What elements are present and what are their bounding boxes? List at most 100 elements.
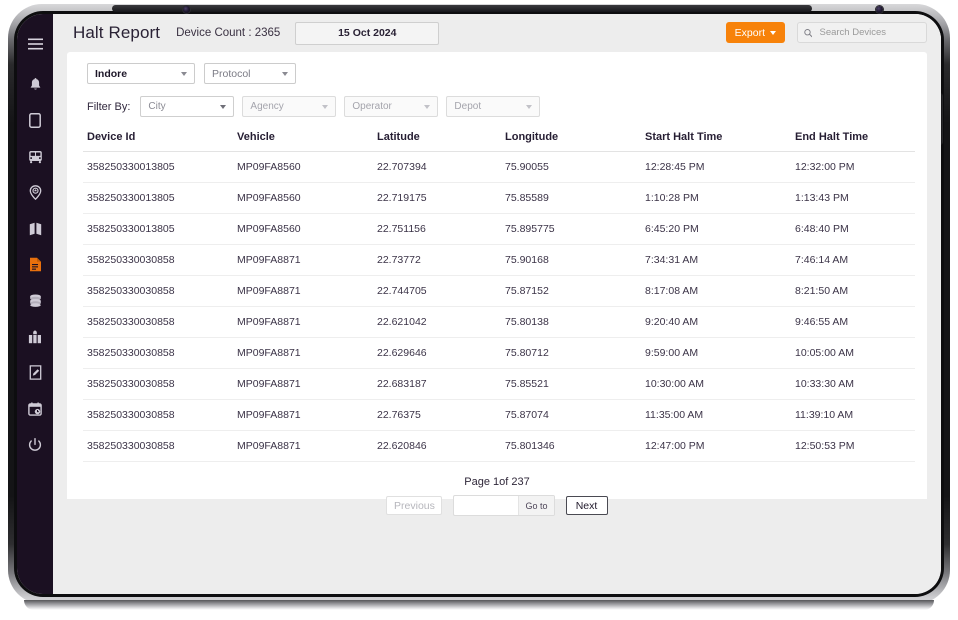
- goto-page-input[interactable]: [454, 497, 518, 514]
- bar-chart-icon[interactable]: [19, 323, 51, 350]
- calendar-clock-icon[interactable]: [19, 395, 51, 422]
- cell-longitude: 75.80138: [505, 307, 645, 338]
- search-input[interactable]: [817, 26, 920, 39]
- export-button-label: Export: [735, 27, 765, 39]
- cell-end-halt-time: 12:50:53 PM: [795, 431, 915, 462]
- filter-operator[interactable]: Operator: [344, 96, 438, 117]
- map-pin-icon[interactable]: [19, 179, 51, 206]
- table-row[interactable]: 358250330013805MP09FA856022.71917575.855…: [83, 183, 915, 214]
- table-header-row: Device Id Vehicle Latitude Longitude Sta…: [83, 131, 915, 152]
- map-icon[interactable]: [19, 215, 51, 242]
- date-picker[interactable]: 15 Oct 2024: [295, 22, 439, 45]
- left-sidebar: [17, 14, 53, 594]
- cell-latitude: 22.707394: [377, 152, 505, 183]
- device-tablet-icon[interactable]: [19, 107, 51, 134]
- table-row[interactable]: 358250330030858MP09FA887122.68318775.855…: [83, 369, 915, 400]
- cell-start-halt-time: 1:10:28 PM: [645, 183, 795, 214]
- table-row[interactable]: 358250330030858MP09FA887122.62104275.801…: [83, 307, 915, 338]
- protocol-selector-label: Protocol: [212, 68, 251, 80]
- filter-agency-label: Agency: [250, 101, 283, 112]
- chevron-down-icon: [282, 72, 288, 76]
- table-row[interactable]: 358250330013805MP09FA856022.70739475.900…: [83, 152, 915, 183]
- edit-document-icon[interactable]: [19, 359, 51, 386]
- table-container: Device Id Vehicle Latitude Longitude Sta…: [67, 117, 927, 462]
- cell-longitude: 75.87074: [505, 400, 645, 431]
- app-screen: Halt Report Device Count : 2365 15 Oct 2…: [17, 14, 941, 594]
- cell-vehicle: MP09FA8871: [237, 431, 377, 462]
- table-row[interactable]: 358250330013805MP09FA856022.75115675.895…: [83, 214, 915, 245]
- column-header-vehicle[interactable]: Vehicle: [237, 131, 377, 152]
- export-button[interactable]: Export: [726, 22, 785, 43]
- cell-vehicle: MP09FA8871: [237, 307, 377, 338]
- device-bottom-edge: [24, 600, 934, 610]
- cell-latitude: 22.621042: [377, 307, 505, 338]
- header-actions: Export: [726, 22, 927, 43]
- cell-vehicle: MP09FA8560: [237, 214, 377, 245]
- cell-latitude: 22.719175: [377, 183, 505, 214]
- search-box[interactable]: [797, 22, 927, 43]
- front-camera-icon: [183, 6, 190, 13]
- cell-longitude: 75.895775: [505, 214, 645, 245]
- cell-latitude: 22.73772: [377, 245, 505, 276]
- cell-end-halt-time: 12:32:00 PM: [795, 152, 915, 183]
- hamburger-menu-icon[interactable]: [19, 30, 51, 57]
- column-header-latitude[interactable]: Latitude: [377, 131, 505, 152]
- power-icon[interactable]: [19, 431, 51, 458]
- chevron-down-icon: [424, 105, 430, 109]
- table-header: Device Id Vehicle Latitude Longitude Sta…: [83, 131, 915, 152]
- filter-city-label: City: [148, 101, 165, 112]
- column-header-longitude[interactable]: Longitude: [505, 131, 645, 152]
- table-row[interactable]: 358250330030858MP09FA887122.7377275.9016…: [83, 245, 915, 276]
- cell-device-id: 358250330030858: [83, 307, 237, 338]
- column-header-end-halt-time[interactable]: End Halt Time: [795, 131, 915, 152]
- cell-start-halt-time: 11:35:00 AM: [645, 400, 795, 431]
- table-row[interactable]: 358250330030858MP09FA887122.7637575.8707…: [83, 400, 915, 431]
- previous-page-button[interactable]: Previous: [386, 496, 442, 515]
- cell-longitude: 75.80712: [505, 338, 645, 369]
- cell-device-id: 358250330013805: [83, 214, 237, 245]
- goto-page-button[interactable]: Go to: [518, 496, 553, 515]
- filter-depot[interactable]: Depot: [446, 96, 540, 117]
- cell-end-halt-time: 10:05:00 AM: [795, 338, 915, 369]
- filter-agency[interactable]: Agency: [242, 96, 336, 117]
- cell-latitude: 22.751156: [377, 214, 505, 245]
- cell-end-halt-time: 8:21:50 AM: [795, 276, 915, 307]
- cell-start-halt-time: 12:47:00 PM: [645, 431, 795, 462]
- city-selector[interactable]: Indore: [87, 63, 195, 84]
- bell-icon[interactable]: [19, 71, 51, 98]
- cell-device-id: 358250330013805: [83, 183, 237, 214]
- table-row[interactable]: 358250330030858MP09FA887122.62084675.801…: [83, 431, 915, 462]
- page-header: Halt Report Device Count : 2365 15 Oct 2…: [53, 14, 941, 52]
- cell-latitude: 22.683187: [377, 369, 505, 400]
- cell-device-id: 358250330030858: [83, 400, 237, 431]
- chevron-down-icon: [181, 72, 187, 76]
- tablet-device-mockup: Halt Report Device Count : 2365 15 Oct 2…: [0, 0, 958, 620]
- cell-latitude: 22.620846: [377, 431, 505, 462]
- page-indicator: Page 1of 237: [67, 476, 927, 488]
- pagination: Page 1of 237 Previous Go to Next: [67, 476, 927, 516]
- cell-latitude: 22.76375: [377, 400, 505, 431]
- cell-vehicle: MP09FA8871: [237, 400, 377, 431]
- cell-longitude: 75.85589: [505, 183, 645, 214]
- column-header-start-halt-time[interactable]: Start Halt Time: [645, 131, 795, 152]
- filter-by-label: Filter By:: [87, 101, 130, 113]
- cell-longitude: 75.801346: [505, 431, 645, 462]
- table-row[interactable]: 358250330030858MP09FA887122.74470575.871…: [83, 276, 915, 307]
- protocol-selector[interactable]: Protocol: [204, 63, 296, 84]
- column-header-device-id[interactable]: Device Id: [83, 131, 237, 152]
- chevron-down-icon: [220, 105, 226, 109]
- filter-city[interactable]: City: [140, 96, 234, 117]
- table-row[interactable]: 358250330030858MP09FA887122.62964675.807…: [83, 338, 915, 369]
- cell-start-halt-time: 10:30:00 AM: [645, 369, 795, 400]
- database-icon[interactable]: [19, 287, 51, 314]
- cell-longitude: 75.85521: [505, 369, 645, 400]
- chevron-down-icon: [770, 31, 776, 35]
- document-report-icon[interactable]: [19, 251, 51, 278]
- cell-start-halt-time: 7:34:31 AM: [645, 245, 795, 276]
- sensor-icon: [876, 6, 883, 13]
- next-page-button[interactable]: Next: [566, 496, 608, 515]
- pagination-controls: Previous Go to Next: [67, 495, 927, 516]
- cell-end-halt-time: 10:33:30 AM: [795, 369, 915, 400]
- bus-icon[interactable]: [19, 143, 51, 170]
- device-speaker-grille: [112, 5, 812, 12]
